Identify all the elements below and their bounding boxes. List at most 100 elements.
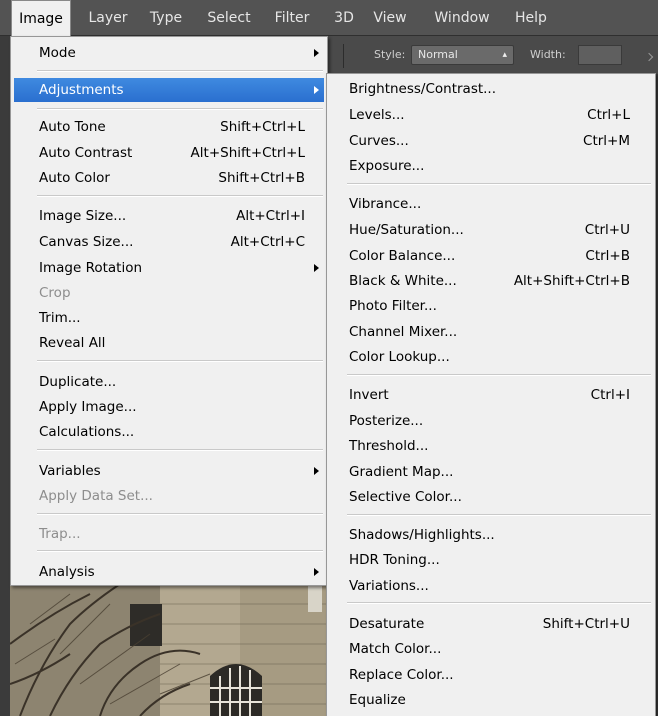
menu-item-auto-contrast[interactable]: Auto Contrast Alt+Shift+Ctrl+L [11, 141, 327, 165]
menu-item-image-rotation[interactable]: Image Rotation [11, 256, 327, 280]
menu-item-label: Color Balance... [349, 248, 456, 264]
menu-layer[interactable]: Layer [84, 0, 132, 36]
image-menu: Mode Adjustments Auto Tone Shift+Ctrl+L … [10, 36, 328, 586]
menu-item-label: Selective Color... [349, 489, 462, 505]
menu-item-vibrance[interactable]: Vibrance... [327, 192, 655, 216]
menu-item-replace-color[interactable]: Replace Color... [327, 663, 655, 687]
menu-item-photo-filter[interactable]: Photo Filter... [327, 294, 655, 318]
menu-item-label: Replace Color... [349, 667, 454, 683]
width-label: Width: [530, 48, 566, 61]
menu-item-label: Reveal All [39, 335, 106, 351]
menu-item-label: Vibrance... [349, 196, 422, 212]
submenu-arrow-icon [314, 264, 319, 272]
submenu-arrow-icon [314, 467, 319, 475]
menu-select[interactable]: Select [201, 0, 257, 36]
menu-item-shortcut: Ctrl+L [587, 107, 630, 123]
menu-item-trim[interactable]: Trim... [11, 306, 327, 330]
menu-item-label: Calculations... [39, 424, 135, 440]
menu-item-auto-tone[interactable]: Auto Tone Shift+Ctrl+L [11, 115, 327, 139]
menu-item-shortcut: Shift+Ctrl+B [218, 170, 305, 186]
menu-item-hdr-toning[interactable]: HDR Toning... [327, 548, 655, 572]
menu-item-threshold[interactable]: Threshold... [327, 434, 655, 458]
menu-type[interactable]: Type [144, 0, 188, 36]
menu-separator [37, 70, 323, 72]
menu-item-label: Desaturate [349, 616, 425, 632]
menu-item-levels[interactable]: Levels... Ctrl+L [327, 103, 655, 127]
menu-item-label: Levels... [349, 107, 405, 123]
menu-item-shortcut: Alt+Ctrl+I [236, 208, 305, 224]
menu-item-auto-color[interactable]: Auto Color Shift+Ctrl+B [11, 166, 327, 190]
options-divider [343, 44, 344, 68]
menu-item-variables[interactable]: Variables [11, 459, 327, 483]
menu-item-posterize[interactable]: Posterize... [327, 409, 655, 433]
menu-item-label: Mode [39, 45, 76, 61]
menu-separator [347, 602, 651, 604]
menu-item-label: Trap... [39, 526, 81, 542]
menu-item-duplicate[interactable]: Duplicate... [11, 370, 327, 394]
menu-item-label: Variables [39, 463, 101, 479]
menu-item-shadows-highlights[interactable]: Shadows/Highlights... [327, 523, 655, 547]
menu-item-canvas-size[interactable]: Canvas Size... Alt+Ctrl+C [11, 230, 327, 254]
menu-separator [37, 108, 323, 110]
menu-separator [347, 514, 651, 516]
menu-item-black-white[interactable]: Black & White... Alt+Shift+Ctrl+B [327, 269, 655, 293]
menu-view[interactable]: View [369, 0, 411, 36]
menu-item-equalize[interactable]: Equalize [327, 688, 655, 712]
adjustments-submenu: Brightness/Contrast... Levels... Ctrl+L … [326, 73, 656, 716]
menu-item-variations[interactable]: Variations... [327, 574, 655, 598]
menu-item-hue-saturation[interactable]: Hue/Saturation... Ctrl+U [327, 218, 655, 242]
menu-item-label: Crop [39, 285, 71, 301]
menu-item-gradient-map[interactable]: Gradient Map... [327, 460, 655, 484]
menu-item-color-balance[interactable]: Color Balance... Ctrl+B [327, 244, 655, 268]
menu-item-image-size[interactable]: Image Size... Alt+Ctrl+I [11, 204, 327, 228]
menu-item-shortcut: Ctrl+U [584, 222, 630, 238]
menu-item-desaturate[interactable]: Desaturate Shift+Ctrl+U [327, 612, 655, 636]
menu-separator [347, 374, 651, 376]
menu-window[interactable]: Window [426, 0, 498, 36]
menu-filter[interactable]: Filter [268, 0, 316, 36]
menu-item-color-lookup[interactable]: Color Lookup... [327, 345, 655, 369]
menu-item-calculations[interactable]: Calculations... [11, 420, 327, 444]
menu-item-label: Apply Data Set... [39, 488, 153, 504]
style-label: Style: [374, 48, 406, 61]
menu-item-match-color[interactable]: Match Color... [327, 637, 655, 661]
menu-image[interactable]: Image [11, 0, 71, 36]
menu-item-label: Match Color... [349, 641, 442, 657]
menu-item-mode[interactable]: Mode [11, 41, 327, 65]
menu-item-label: HDR Toning... [349, 552, 440, 568]
menu-3d[interactable]: 3D [329, 0, 359, 36]
menu-item-channel-mixer[interactable]: Channel Mixer... [327, 320, 655, 344]
menu-item-label: Auto Tone [39, 119, 106, 135]
menu-separator [37, 550, 323, 552]
menu-item-reveal-all[interactable]: Reveal All [11, 331, 327, 355]
menu-item-shortcut: Shift+Ctrl+U [542, 616, 630, 632]
menu-item-label: Equalize [349, 692, 406, 708]
width-input[interactable] [578, 45, 622, 65]
style-select[interactable]: Normal ▴ [411, 45, 514, 65]
menu-item-shortcut: Alt+Ctrl+C [230, 234, 305, 250]
menu-separator [37, 513, 323, 515]
menu-item-curves[interactable]: Curves... Ctrl+M [327, 129, 655, 153]
options-expand-icon[interactable] [644, 52, 654, 62]
menu-item-adjustments[interactable]: Adjustments [14, 78, 324, 102]
menu-help[interactable]: Help [511, 0, 551, 36]
menu-item-shortcut: Alt+Shift+Ctrl+B [513, 273, 630, 289]
menu-item-shortcut: Shift+Ctrl+L [220, 119, 305, 135]
menu-item-crop: Crop [11, 281, 327, 305]
menu-separator [37, 449, 323, 451]
menu-item-exposure[interactable]: Exposure... [327, 154, 655, 178]
options-bar: Style: Normal ▴ Width: [326, 36, 658, 74]
menu-item-brightness-contrast[interactable]: Brightness/Contrast... [327, 77, 655, 101]
menu-item-apply-image[interactable]: Apply Image... [11, 395, 327, 419]
menu-item-label: Trim... [39, 310, 81, 326]
menu-item-label: Brightness/Contrast... [349, 81, 497, 97]
menu-item-label: Hue/Saturation... [349, 222, 464, 238]
menu-item-label: Variations... [349, 578, 429, 594]
menubar: Image Layer Type Select Filter 3D View W… [0, 0, 658, 36]
menu-item-label: Threshold... [349, 438, 429, 454]
menu-item-label: Black & White... [349, 273, 457, 289]
menu-item-analysis[interactable]: Analysis [11, 560, 327, 584]
menu-item-invert[interactable]: Invert Ctrl+I [327, 383, 655, 407]
menu-item-label: Duplicate... [39, 374, 117, 390]
menu-item-selective-color[interactable]: Selective Color... [327, 485, 655, 509]
